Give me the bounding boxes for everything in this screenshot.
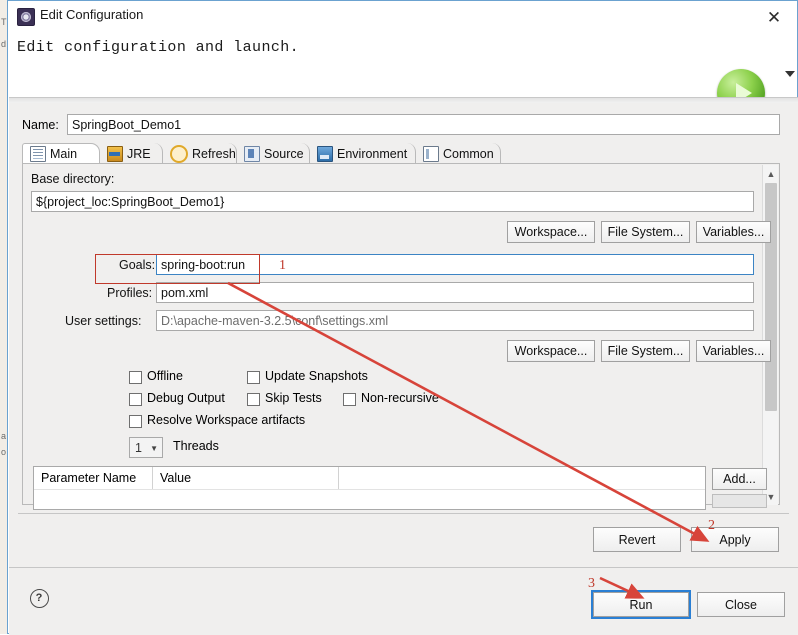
source-tab-icon bbox=[244, 145, 260, 162]
refresh-tab-icon bbox=[170, 144, 188, 163]
tab-environment-label: Environment bbox=[337, 146, 408, 161]
dialog-header: Edit configuration and launch. bbox=[9, 31, 789, 117]
tab-jre-label: JRE bbox=[127, 146, 151, 161]
threads-combobox[interactable]: 1 ▼ bbox=[129, 437, 163, 458]
dialog-body: Name: Main JRE Refresh bbox=[9, 103, 798, 513]
tab-source[interactable]: Source bbox=[237, 143, 310, 164]
run-button[interactable]: Run bbox=[593, 592, 689, 617]
background-glyph: a bbox=[1, 431, 7, 441]
goals-input[interactable] bbox=[156, 254, 754, 275]
configuration-name-input[interactable] bbox=[67, 114, 780, 135]
name-row: Name: bbox=[22, 114, 780, 136]
tab-jre[interactable]: JRE bbox=[100, 143, 163, 164]
column-header-parameter-name[interactable]: Parameter Name bbox=[34, 467, 153, 489]
tab-environment[interactable]: Environment bbox=[310, 143, 416, 164]
profiles-input[interactable] bbox=[156, 282, 754, 303]
parameters-table[interactable]: Parameter Name Value bbox=[33, 466, 706, 510]
annotation-number-2: 2 bbox=[708, 518, 715, 533]
tab-source-label: Source bbox=[264, 146, 304, 161]
apply-row-separator bbox=[18, 513, 789, 514]
non-recursive-checkbox[interactable] bbox=[343, 393, 356, 406]
base-workspace-button[interactable]: Workspace... bbox=[507, 221, 595, 243]
resolve-workspace-artifacts-checkbox[interactable] bbox=[129, 415, 142, 428]
background-glyph: d bbox=[1, 39, 7, 49]
scroll-up-icon[interactable]: ▲ bbox=[763, 165, 779, 182]
background-glyph: T bbox=[1, 17, 7, 27]
update-snapshots-label: Update Snapshots bbox=[265, 369, 368, 383]
tab-refresh-label: Refresh bbox=[192, 146, 236, 161]
tab-refresh[interactable]: Refresh bbox=[163, 143, 237, 164]
chevron-down-icon bbox=[785, 71, 795, 77]
debug-output-label: Debug Output bbox=[147, 391, 225, 405]
tab-common-label: Common bbox=[443, 146, 494, 161]
offline-checkbox[interactable] bbox=[129, 371, 142, 384]
dialog-title: Edit Configuration bbox=[40, 7, 144, 22]
background-glyph: o bbox=[1, 447, 7, 457]
dialog-footer: ? Run Close bbox=[9, 567, 798, 635]
non-recursive-label: Non-recursive bbox=[361, 391, 439, 405]
main-tab-icon bbox=[30, 146, 46, 162]
tab-folder: Main JRE Refresh Source Environment Comm… bbox=[22, 143, 780, 510]
profiles-label: Profiles: bbox=[107, 286, 153, 300]
apply-row: Revert Apply bbox=[9, 513, 798, 567]
add-parameter-button[interactable]: Add... bbox=[712, 468, 767, 490]
main-tab-scrollbar[interactable]: ▲ ▼ bbox=[762, 165, 778, 505]
chevron-down-icon: ▼ bbox=[150, 444, 158, 453]
tab-strip: Main JRE Refresh Source Environment Comm… bbox=[22, 143, 780, 164]
user-settings-label: User settings: bbox=[65, 314, 142, 328]
header-message: Edit configuration and launch. bbox=[17, 39, 300, 56]
name-label: Name: bbox=[22, 118, 59, 132]
revert-button[interactable]: Revert bbox=[593, 527, 681, 552]
environment-tab-icon bbox=[317, 145, 333, 162]
main-tab-page: ▲ ▼ Base directory: Workspace... File Sy… bbox=[22, 163, 780, 510]
base-directory-input[interactable] bbox=[31, 191, 754, 212]
settings-file-system-button[interactable]: File System... bbox=[601, 340, 690, 362]
offline-label: Offline bbox=[147, 369, 183, 383]
jre-tab-icon bbox=[107, 145, 123, 162]
tab-main-label: Main bbox=[50, 147, 78, 161]
skip-tests-checkbox[interactable] bbox=[247, 393, 260, 406]
annotation-number-3: 3 bbox=[588, 576, 595, 591]
apply-button[interactable]: Apply bbox=[691, 527, 779, 552]
table-header-divider bbox=[34, 489, 705, 490]
annotation-number-1: 1 bbox=[279, 258, 286, 273]
close-icon[interactable]: ✕ bbox=[763, 6, 785, 28]
user-settings-input[interactable] bbox=[156, 310, 754, 331]
main-tab-content: Base directory: Workspace... File System… bbox=[23, 164, 771, 510]
remove-parameter-button[interactable] bbox=[712, 494, 767, 508]
common-tab-icon bbox=[423, 145, 439, 162]
close-button[interactable]: Close bbox=[697, 592, 785, 617]
threads-value: 1 bbox=[135, 440, 142, 455]
settings-variables-button[interactable]: Variables... bbox=[696, 340, 771, 362]
base-directory-label: Base directory: bbox=[31, 172, 115, 186]
column-header-value[interactable]: Value bbox=[153, 467, 339, 489]
threads-label: Threads bbox=[173, 439, 219, 453]
resolve-workspace-artifacts-label: Resolve Workspace artifacts bbox=[147, 413, 306, 427]
base-variables-button[interactable]: Variables... bbox=[696, 221, 771, 243]
scrollbar-thumb[interactable] bbox=[765, 183, 777, 411]
goals-label: Goals: bbox=[119, 258, 156, 272]
help-question-icon[interactable]: ? bbox=[27, 586, 51, 610]
screen-root: T d a o Edit Configuration ✕ Edit config… bbox=[0, 0, 798, 635]
skip-tests-label: Skip Tests bbox=[265, 391, 322, 405]
tab-common[interactable]: Common bbox=[416, 143, 501, 164]
debug-output-checkbox[interactable] bbox=[129, 393, 142, 406]
configuration-gear-icon bbox=[17, 8, 35, 26]
base-file-system-button[interactable]: File System... bbox=[601, 221, 690, 243]
settings-workspace-button[interactable]: Workspace... bbox=[507, 340, 595, 362]
update-snapshots-checkbox[interactable] bbox=[247, 371, 260, 384]
tab-main[interactable]: Main bbox=[22, 143, 100, 164]
edit-configuration-dialog: Edit Configuration ✕ Edit configuration … bbox=[7, 0, 798, 635]
dialog-titlebar: Edit Configuration ✕ bbox=[8, 1, 797, 31]
